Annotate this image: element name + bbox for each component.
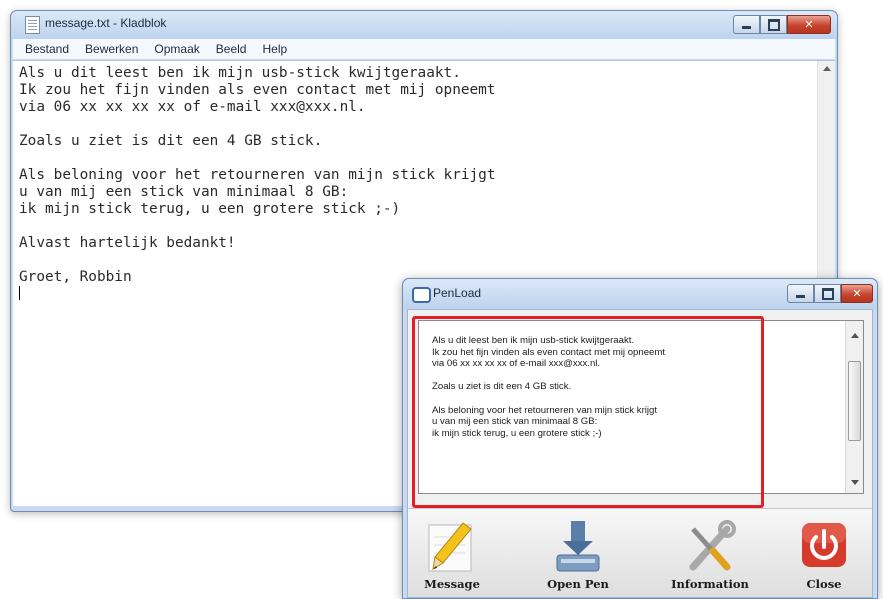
penload-minimize-button[interactable]: [787, 284, 814, 303]
notepad-title: message.txt - Kladblok: [45, 16, 167, 30]
message-button[interactable]: Message: [402, 519, 502, 599]
notepad-text: Als u dit leest ben ik mijn usb-stick kw…: [19, 65, 496, 285]
penload-message-box[interactable]: Als u dit leest ben ik mijn usb-stick kw…: [418, 320, 864, 494]
penload-title: PenLoad: [433, 286, 482, 300]
open-pen-button[interactable]: Open Pen: [528, 519, 628, 599]
scrollbar-thumb[interactable]: [848, 361, 861, 441]
penload-close-button[interactable]: ✕: [841, 284, 873, 303]
penload-message-text[interactable]: Als u dit leest ben ik mijn usb-stick kw…: [432, 335, 837, 439]
usb-drive-icon: [556, 521, 600, 572]
penload-toolbar: Message Open Pen Information Close: [408, 508, 872, 597]
notepad-caption-buttons: ✕: [733, 15, 831, 34]
penload-app-icon: [412, 287, 431, 303]
penload-title-bar[interactable]: PenLoad ✕: [403, 279, 877, 309]
penload-vertical-scrollbar[interactable]: [845, 321, 863, 493]
notepad-title-bar[interactable]: message.txt - Kladblok ✕: [11, 11, 837, 39]
information-label: Information: [671, 577, 749, 591]
text-caret: [19, 286, 20, 300]
scroll-up-arrow-icon[interactable]: [823, 66, 831, 71]
menu-opmaak[interactable]: Opmaak: [148, 42, 205, 56]
penload-caption-buttons: ✕: [787, 284, 873, 303]
notepad-maximize-button[interactable]: [760, 15, 787, 34]
close-app-button[interactable]: Close: [774, 519, 874, 599]
tools-icon: [689, 520, 736, 571]
open-pen-label: Open Pen: [547, 577, 609, 591]
notepad-menu-bar: Bestand Bewerken Opmaak Beeld Help: [13, 39, 835, 59]
menu-bewerken[interactable]: Bewerken: [79, 42, 144, 56]
power-icon: [802, 523, 846, 567]
notepad-minimize-button[interactable]: [733, 15, 760, 34]
menu-beeld[interactable]: Beeld: [210, 42, 253, 56]
scroll-up-arrow-icon[interactable]: [851, 333, 859, 338]
menu-bestand[interactable]: Bestand: [19, 42, 75, 56]
penload-window: PenLoad ✕ Als u dit leest ben ik mijn us…: [402, 278, 878, 599]
information-button[interactable]: Information: [660, 519, 760, 599]
notepad-close-button[interactable]: ✕: [787, 15, 831, 34]
pencil-icon: [428, 522, 472, 572]
menu-help[interactable]: Help: [256, 42, 293, 56]
penload-client-area: Als u dit leest ben ik mijn usb-stick kw…: [407, 309, 873, 598]
penload-maximize-button[interactable]: [814, 284, 841, 303]
close-label: Close: [806, 577, 842, 591]
notepad-document-icon: [25, 16, 40, 34]
message-label: Message: [424, 577, 480, 591]
scroll-down-arrow-icon[interactable]: [851, 480, 859, 485]
